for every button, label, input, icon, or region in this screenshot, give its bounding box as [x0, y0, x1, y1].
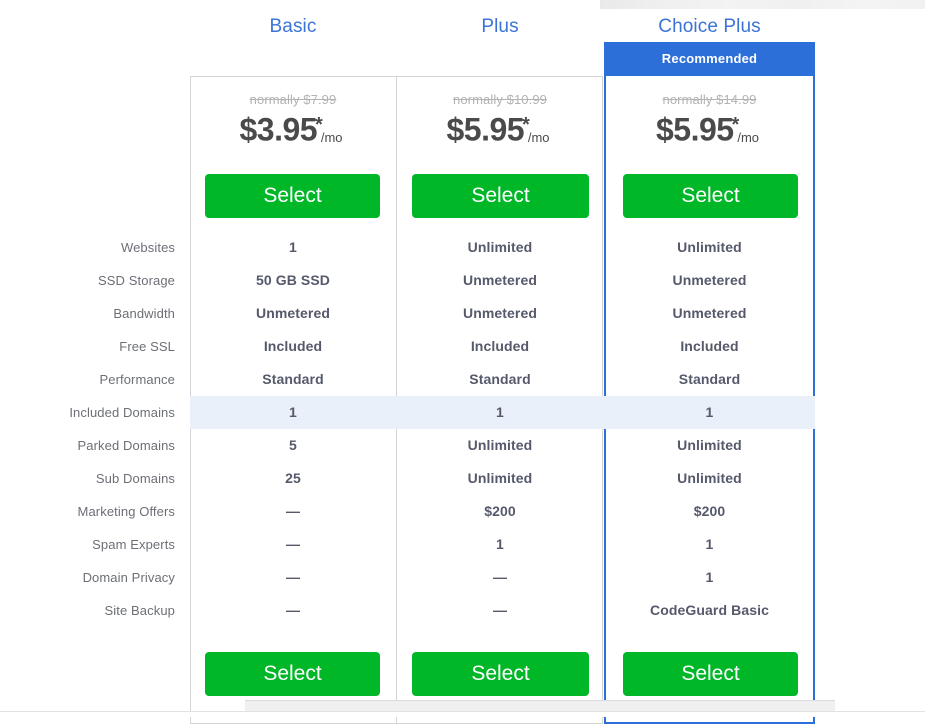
feature-label: Websites — [0, 231, 175, 264]
price-period-plus: /mo — [528, 130, 550, 145]
original-price-plus: normally $10.99 — [397, 92, 603, 108]
current-price-plus: $5.95*/mo — [397, 110, 603, 146]
feature-value-choice: Included — [604, 330, 815, 363]
feature-label: Included Domains — [0, 396, 175, 429]
feature-value-choice: $200 — [604, 495, 815, 528]
feature-value-basic: 25 — [190, 462, 396, 495]
feature-row: Free SSLIncludedIncludedIncluded — [0, 330, 925, 363]
feature-value-plus: Unlimited — [397, 429, 603, 462]
feature-row: Sub Domains25UnlimitedUnlimited — [0, 462, 925, 495]
current-price-choice-plus: $5.95*/mo — [604, 110, 815, 146]
feature-row: SSD Storage50 GB SSDUnmeteredUnmetered — [0, 264, 925, 297]
feature-value-choice: Unlimited — [604, 429, 815, 462]
feature-label: Bandwidth — [0, 297, 175, 330]
feature-value-choice: Unlimited — [604, 462, 815, 495]
feature-value-plus: — — [397, 594, 603, 627]
feature-row: Included Domains111 — [0, 396, 925, 429]
price-amount-basic: $3.95 — [239, 111, 317, 147]
feature-value-plus: — — [397, 561, 603, 594]
feature-value-plus: Standard — [397, 363, 603, 396]
feature-row: PerformanceStandardStandardStandard — [0, 363, 925, 396]
feature-value-basic: Included — [190, 330, 396, 363]
feature-value-plus: Unlimited — [397, 231, 603, 264]
feature-value-plus: Unlimited — [397, 462, 603, 495]
price-block-plus: normally $10.99 $5.95*/mo — [397, 92, 603, 146]
select-button-plus-top[interactable]: Select — [412, 174, 589, 218]
price-amount-plus: $5.95 — [446, 111, 524, 147]
feature-label: Domain Privacy — [0, 561, 175, 594]
price-period-basic: /mo — [321, 130, 343, 145]
feature-row: Spam Experts—11 — [0, 528, 925, 561]
price-period-choice-plus: /mo — [737, 130, 759, 145]
current-price-basic: $3.95*/mo — [190, 110, 396, 146]
feature-value-plus: Included — [397, 330, 603, 363]
feature-value-plus: 1 — [397, 528, 603, 561]
feature-value-basic: 5 — [190, 429, 396, 462]
feature-value-basic: 1 — [190, 231, 396, 264]
price-block-choice-plus: normally $14.99 $5.95*/mo — [604, 92, 815, 146]
select-button-basic-top[interactable]: Select — [205, 174, 380, 218]
feature-label: Spam Experts — [0, 528, 175, 561]
select-button-plus-bottom[interactable]: Select — [412, 652, 589, 696]
feature-label: Marketing Offers — [0, 495, 175, 528]
feature-value-basic: Standard — [190, 363, 396, 396]
feature-value-choice: Standard — [604, 363, 815, 396]
original-price-basic: normally $7.99 — [190, 92, 396, 108]
feature-value-basic: 50 GB SSD — [190, 264, 396, 297]
feature-rows-container: Websites1UnlimitedUnlimitedSSD Storage50… — [0, 231, 925, 627]
feature-label: SSD Storage — [0, 264, 175, 297]
feature-value-basic: — — [190, 594, 396, 627]
feature-value-choice: Unmetered — [604, 264, 815, 297]
feature-label: Site Backup — [0, 594, 175, 627]
feature-value-plus: Unmetered — [397, 264, 603, 297]
feature-value-choice: 1 — [604, 396, 815, 429]
feature-value-choice: CodeGuard Basic — [604, 594, 815, 627]
select-button-choice-plus-bottom[interactable]: Select — [623, 652, 798, 696]
feature-value-choice: Unmetered — [604, 297, 815, 330]
feature-row: Parked Domains5UnlimitedUnlimited — [0, 429, 925, 462]
feature-value-plus: $200 — [397, 495, 603, 528]
feature-row: Marketing Offers—$200$200 — [0, 495, 925, 528]
feature-label: Parked Domains — [0, 429, 175, 462]
feature-value-basic: 1 — [190, 396, 396, 429]
plan-title-basic: Basic — [190, 14, 396, 40]
feature-value-basic: Unmetered — [190, 297, 396, 330]
feature-value-plus: 1 — [397, 396, 603, 429]
original-price-choice-plus: normally $14.99 — [604, 92, 815, 108]
feature-label: Free SSL — [0, 330, 175, 363]
plan-title-plus: Plus — [397, 14, 603, 40]
feature-label: Performance — [0, 363, 175, 396]
feature-row: BandwidthUnmeteredUnmeteredUnmetered — [0, 297, 925, 330]
price-amount-choice-plus: $5.95 — [656, 111, 734, 147]
pricing-comparison-table: Basic Plus Choice Plus Recommended norma… — [0, 0, 925, 716]
feature-value-plus: Unmetered — [397, 297, 603, 330]
feature-value-choice: Unlimited — [604, 231, 815, 264]
select-button-basic-bottom[interactable]: Select — [205, 652, 380, 696]
bottom-edge-artifact — [0, 711, 925, 717]
recommended-badge: Recommended — [604, 42, 815, 76]
select-button-choice-plus-top[interactable]: Select — [623, 174, 798, 218]
feature-value-basic: — — [190, 528, 396, 561]
feature-value-choice: 1 — [604, 528, 815, 561]
price-block-basic: normally $7.99 $3.95*/mo — [190, 92, 396, 146]
feature-row: Websites1UnlimitedUnlimited — [0, 231, 925, 264]
feature-label: Sub Domains — [0, 462, 175, 495]
feature-row: Domain Privacy——1 — [0, 561, 925, 594]
feature-value-choice: 1 — [604, 561, 815, 594]
feature-value-basic: — — [190, 495, 396, 528]
plan-title-choice-plus: Choice Plus — [604, 14, 815, 40]
feature-value-basic: — — [190, 561, 396, 594]
feature-row: Site Backup——CodeGuard Basic — [0, 594, 925, 627]
